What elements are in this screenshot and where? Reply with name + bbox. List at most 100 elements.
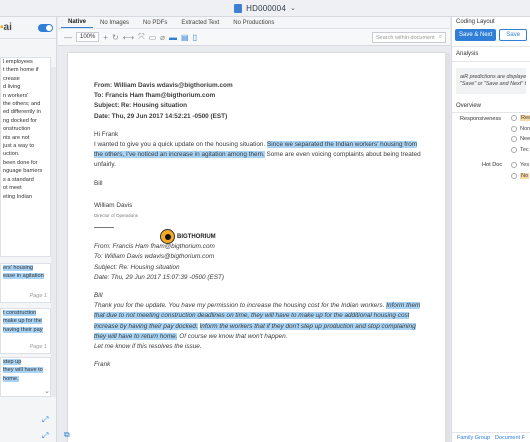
tab-no-pdfs[interactable]: No PDFs xyxy=(136,20,174,28)
signature-title: Director of Operations xyxy=(94,213,139,219)
card-line: ed differently in xyxy=(3,109,41,116)
search-result-card[interactable]: ers' housing ease in agitation Page 1 xyxy=(0,263,51,303)
analysis-section[interactable]: Analysis xyxy=(452,46,530,62)
fit-width-icon[interactable]: ⟷ xyxy=(123,33,134,42)
save-next-button[interactable]: Save & Next xyxy=(455,29,497,41)
expand-icon[interactable]: ⤢ xyxy=(42,431,48,441)
right-footer: Family Group Document F xyxy=(452,432,530,442)
left-scrollbar[interactable] xyxy=(51,67,56,397)
redact-icon[interactable]: ▭ xyxy=(149,33,157,42)
card-line: t them home if xyxy=(3,67,39,74)
email2-greeting: Bill xyxy=(94,292,103,300)
zoom-level[interactable]: 100% xyxy=(76,32,100,42)
email2-subject: Subject: Re: Housing situation xyxy=(94,263,180,271)
hot-doc-option[interactable]: No xyxy=(511,172,530,179)
search-input[interactable]: Search within document ⌕ xyxy=(372,32,446,43)
search-result-card[interactable]: l employees t them home if crease d living n… xyxy=(0,57,51,257)
link-icon[interactable]: ⧉ xyxy=(64,430,70,440)
radio-icon[interactable] xyxy=(511,172,517,179)
body-text: Thank you for the update. You have my pe… xyxy=(94,302,387,310)
hot-doc-option[interactable]: Yes xyxy=(511,162,529,168)
responsiveness-option[interactable]: Tec xyxy=(511,146,529,153)
email2-body: Thank you for the update. You have my pe… xyxy=(94,301,424,342)
fit-page-icon[interactable]: ⤧ xyxy=(138,32,144,42)
ai-note: aiR predictions are displayed "Save" or … xyxy=(456,68,526,94)
card-line: n workers' xyxy=(3,92,29,99)
card-line: step up xyxy=(3,359,22,365)
viewer-scrollbar[interactable] xyxy=(445,53,450,442)
responsiveness-option[interactable]: Non xyxy=(511,125,530,132)
title-bar: HD000004 ⌄ xyxy=(0,0,530,17)
card-line: ease in agitation xyxy=(3,273,44,280)
email2: From: Francis Ham fham@bigthorium.com To… xyxy=(94,242,424,370)
chevron-down-icon[interactable]: ⌄ xyxy=(290,4,296,12)
highlight-icon[interactable]: ⌀ xyxy=(160,33,165,42)
email-thread: From: William Davis wdavis@bigthorium.co… xyxy=(94,81,424,370)
air-logo: ▪ ai xyxy=(0,22,12,33)
logo-circle-icon xyxy=(160,229,175,244)
annotate-icon[interactable]: ▬ xyxy=(169,33,177,42)
email2-date: Date: Thu, 29 Jun 2017 15:07:39 -0500 (E… xyxy=(94,273,225,281)
card-line: just a way to xyxy=(3,143,35,150)
tab-extracted-text[interactable]: Extracted Text xyxy=(174,20,226,28)
responsiveness-option[interactable]: Nee xyxy=(511,136,530,142)
expand-icon[interactable]: ⤢ xyxy=(42,415,48,425)
radio-icon[interactable] xyxy=(511,115,517,121)
card-line: l employees xyxy=(3,59,33,65)
persistent-highlight-icon[interactable]: ▤ xyxy=(181,33,189,42)
search-result-card[interactable]: t construction make up for the having thei… xyxy=(0,308,51,354)
card-page-label: Page 1 xyxy=(29,343,47,350)
rotate-icon[interactable]: ↻ xyxy=(112,33,119,42)
responsiveness-label: Responsiveness xyxy=(460,116,502,122)
family-group-link[interactable]: Family Group xyxy=(452,435,490,441)
email1-greeting: Hi Frank xyxy=(94,130,119,138)
email1-to: To: Francis Ham fham@bigthorium.com xyxy=(94,92,216,100)
email1-closing: Bill xyxy=(94,179,103,187)
card-line: the others; and xyxy=(3,101,41,108)
tab-no-images[interactable]: No Images xyxy=(93,20,136,28)
responsiveness-option[interactable]: Res xyxy=(511,115,530,121)
signature-name: William Davis xyxy=(94,201,133,209)
email2-line2: Let me know if this resolves the issue. xyxy=(94,343,202,351)
card-page-label: Page 1 xyxy=(29,292,47,299)
card-line: s a standard xyxy=(3,176,34,183)
body-text: Of course we know that won't happen. xyxy=(177,332,288,340)
card-line: home. xyxy=(3,375,19,382)
tab-no-productions[interactable]: No Productions xyxy=(226,20,281,28)
overview-section[interactable]: Overview xyxy=(452,100,530,113)
radio-icon[interactable] xyxy=(511,162,517,168)
card-line: they will have to xyxy=(3,367,43,374)
email1-subject: Subject: Re: Housing situation xyxy=(94,102,188,110)
zoom-out-icon[interactable]: — xyxy=(64,33,72,42)
card-line: nts are not xyxy=(3,134,30,141)
email1-body: I wanted to give you a quick update on t… xyxy=(94,140,424,171)
coding-panel: Coding Layout Save & Next Save Analysis … xyxy=(451,17,530,442)
tab-native[interactable]: Native xyxy=(61,19,94,28)
viewer-toolbar: — 100% + ↻ ⟷ ⤧ ▭ ⌀ ▬ ▤ ▯ Search within d… xyxy=(58,28,450,46)
file-icon[interactable]: ▯ xyxy=(193,33,197,42)
card-line: ng docked for xyxy=(3,117,37,124)
zoom-in-icon[interactable]: + xyxy=(103,33,108,42)
radio-icon[interactable] xyxy=(511,146,517,153)
search-icon[interactable]: ⌕ xyxy=(439,34,442,41)
card-line: nguage barriers xyxy=(3,168,43,175)
card-line: ers' housing xyxy=(3,265,33,271)
card-line: d living xyxy=(3,84,21,91)
email1-date: Date: Thu, 29 Jun 2017 14:52:21 -0500 (E… xyxy=(94,112,228,120)
ai-toggle[interactable] xyxy=(38,23,53,32)
viewer-tabs: Native No Images No PDFs Extracted Text No P… xyxy=(58,17,450,28)
email2-closing: Frank xyxy=(94,361,111,369)
card-line: been done for xyxy=(3,159,38,166)
document-viewer: Native No Images No PDFs Extracted Text No P… xyxy=(58,17,450,442)
chevron-down-icon[interactable]: ⌄ xyxy=(44,387,50,395)
card-line: make up for the xyxy=(3,318,42,325)
coding-layout-header: Coding Layout xyxy=(456,19,495,25)
save-button[interactable]: Save xyxy=(499,29,528,41)
radio-icon[interactable] xyxy=(511,125,517,132)
logo-brand: BIGTHORIUM xyxy=(177,233,216,240)
signature-divider xyxy=(94,227,114,229)
card-line: having their pay xyxy=(3,326,43,333)
document-link[interactable]: Document F xyxy=(490,435,525,441)
body-text: I wanted to give you a quick update on t… xyxy=(94,141,268,149)
radio-icon[interactable] xyxy=(511,136,517,142)
